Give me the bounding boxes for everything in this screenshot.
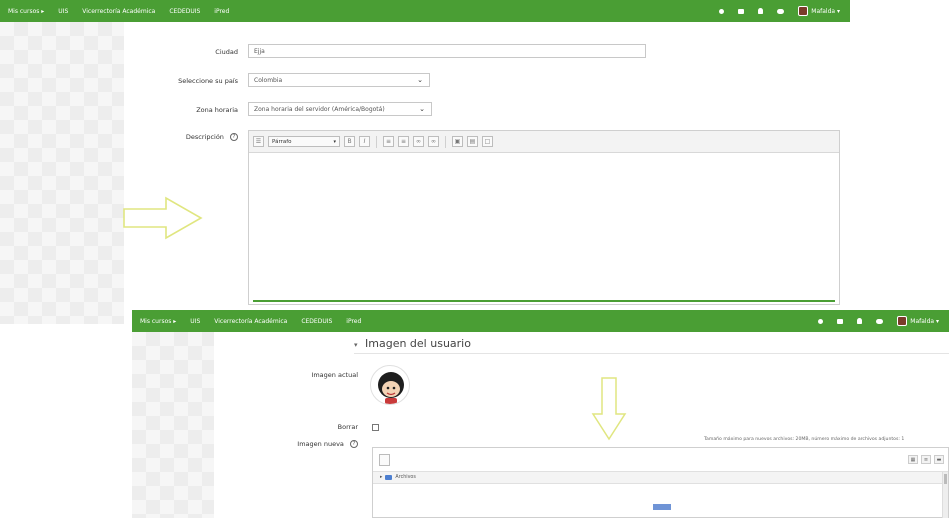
file-picker-toolbar: ▦ ≡ ▬ [373,448,948,472]
circle-icon[interactable] [818,318,824,324]
pais-select[interactable]: Colombia ⌄ [248,73,430,87]
view-switcher: ▦ ≡ ▬ [908,455,944,464]
nav-ipred[interactable]: iPred [214,8,229,15]
ciudad-input[interactable]: Ejja [248,44,646,58]
imagen-nueva-label: Imagen nueva ? [297,440,358,448]
list-view-icon[interactable]: ≡ [921,455,931,464]
description-editor[interactable]: ☰ Párrafo ▾ B I ≡ ≡ ∞ ∞ ▣ ▤ □ [248,130,840,305]
editor-focus-bar [253,300,835,302]
nav-uis[interactable]: UIS [58,8,68,15]
chevron-right-icon: ▸ [380,475,383,480]
unordered-list-icon[interactable]: ≡ [383,136,394,147]
zona-select[interactable]: Zona horaria del servidor (América/Bogot… [248,102,432,116]
user-name: Mafalda ▾ [811,7,840,15]
envelope-icon[interactable] [837,318,844,324]
bell-icon[interactable] [857,318,863,324]
chat-icon[interactable] [777,8,785,14]
italic-button[interactable]: I [359,136,370,147]
sidebar-background [0,22,124,324]
nav-vicerrectoria[interactable]: Vicerrectoría Académica [82,8,155,15]
current-profile-image [370,365,410,405]
sidebar-background [132,332,214,518]
user-image-screenshot: Mis cursos ▸ UIS Vicerrectoría Académica… [132,310,949,518]
chevron-down-icon: ▾ [333,138,336,145]
help-icon[interactable]: ? [230,133,238,141]
nav-mis-cursos[interactable]: Mis cursos ▸ [140,318,176,325]
chat-icon[interactable] [876,318,884,324]
top-navbar: Mis cursos ▸ UIS Vicerrectoría Académica… [132,310,949,332]
ordered-list-icon[interactable]: ≡ [398,136,409,147]
show-more-buttons-icon[interactable]: ☰ [253,136,264,147]
grid-view-icon[interactable]: ▦ [908,455,918,464]
top-navbar: Mis cursos ▸ UIS Vicerrectoría Académica… [0,0,850,22]
descripcion-label: Descripción ? [186,133,238,141]
ciudad-label: Ciudad [215,48,238,56]
user-name: Mafalda ▾ [910,317,939,325]
help-icon[interactable]: ? [350,440,358,448]
drop-zone-arrow-icon [653,504,671,510]
borrar-label: Borrar [337,423,358,431]
chevron-down-icon: ⌄ [419,105,425,113]
envelope-icon[interactable] [738,8,745,14]
paragraph-style-dropdown[interactable]: Párrafo ▾ [268,136,340,147]
unlink-icon[interactable]: ∞ [428,136,439,147]
bell-icon[interactable] [758,8,764,14]
toolbar-divider [376,135,377,148]
file-icon[interactable]: □ [482,136,493,147]
arrow-down-icon [591,377,627,441]
descripcion-text: Descripción [185,133,224,141]
folder-icon [385,475,393,480]
zona-label: Zona horaria [196,106,238,114]
chevron-down-icon: ▾ [354,341,358,349]
ciudad-value: Ejja [254,47,265,55]
circle-icon[interactable] [719,8,725,14]
imagen-nueva-text: Imagen nueva [297,440,344,448]
nav-cededuis[interactable]: CEDEDUIS [169,8,200,15]
nav-ipred[interactable]: iPred [346,318,361,325]
user-menu[interactable]: Mafalda ▾ [897,316,939,326]
link-icon[interactable]: ∞ [413,136,424,147]
profile-form-screenshot: Mis cursos ▸ UIS Vicerrectoría Académica… [0,0,850,324]
section-title: Imagen del usuario [365,337,471,350]
avatar [897,316,908,326]
section-header[interactable]: ▾ Imagen del usuario [354,337,471,350]
nav-cededuis[interactable]: CEDEDUIS [301,318,332,325]
toolbar-divider [445,135,446,148]
section-divider [354,353,949,354]
pais-label: Seleccione su país [178,77,238,85]
tree-view-icon[interactable]: ▬ [934,455,944,464]
nav-mis-cursos[interactable]: Mis cursos ▸ [8,8,44,15]
user-menu[interactable]: Mafalda ▾ [798,6,840,16]
scrollbar-thumb[interactable] [944,474,947,484]
media-icon[interactable]: ▤ [467,136,478,147]
editor-toolbar: ☰ Párrafo ▾ B I ≡ ≡ ∞ ∞ ▣ ▤ □ [249,131,839,153]
avatar [798,6,809,16]
borrar-checkbox[interactable] [372,424,379,431]
paragraph-style-value: Párrafo [272,138,292,145]
breadcrumb: ▸ Archivos [373,472,948,484]
nav-vicerrectoria[interactable]: Vicerrectoría Académica [214,318,287,325]
arrow-right-icon [123,196,203,240]
nav-uis[interactable]: UIS [190,318,200,325]
add-file-icon[interactable] [379,454,390,466]
breadcrumb-archivos[interactable]: Archivos [395,475,415,480]
scrollbar[interactable] [942,472,948,518]
file-picker[interactable]: ▦ ≡ ▬ ▸ Archivos [372,447,949,518]
pais-value: Colombia [254,76,283,84]
mafalda-avatar-icon [378,372,404,404]
zona-value: Zona horaria del servidor (América/Bogot… [254,105,385,113]
image-icon[interactable]: ▣ [452,136,463,147]
upload-limits: Tamaño máximo para nuevos archivos: 20MB… [704,437,905,442]
chevron-down-icon: ⌄ [417,76,423,84]
bold-button[interactable]: B [344,136,355,147]
imagen-actual-label: Imagen actual [311,371,358,379]
